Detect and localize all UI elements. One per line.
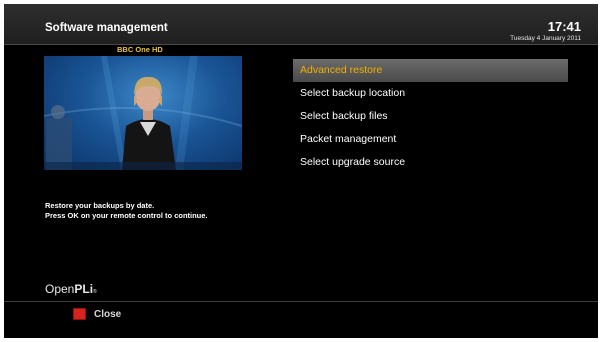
menu-item-select-upgrade-source[interactable]: Select upgrade source bbox=[293, 151, 568, 174]
red-button-icon bbox=[73, 308, 86, 320]
menu-list: Advanced restore Select backup location … bbox=[293, 59, 568, 174]
logo-text-light: Open bbox=[45, 282, 75, 296]
page-title: Software management bbox=[45, 22, 168, 34]
menu-item-select-backup-location[interactable]: Select backup location bbox=[293, 82, 568, 105]
menu-item-packet-management[interactable]: Packet management bbox=[293, 128, 568, 151]
close-label: Close bbox=[94, 308, 122, 320]
description-text: Restore your backups by date. Press OK o… bbox=[45, 201, 208, 221]
logo-text-bold: PLi bbox=[74, 282, 94, 296]
menu-item-advanced-restore[interactable]: Advanced restore bbox=[293, 59, 568, 82]
clock-time: 17:41 bbox=[547, 19, 581, 34]
footer-divider bbox=[4, 301, 598, 302]
close-button[interactable]: Close bbox=[73, 307, 121, 321]
tv-screen: Software management 17:41 Tuesday 4 Janu… bbox=[4, 4, 598, 338]
tv-preview bbox=[44, 56, 242, 170]
logo-registered-mark: ® bbox=[93, 289, 97, 295]
description-line-1: Restore your backups by date. bbox=[45, 201, 155, 210]
channel-name: BBC One HD bbox=[117, 45, 163, 54]
news-presenter-image bbox=[44, 56, 242, 170]
clock-date: Tuesday 4 January 2011 bbox=[510, 35, 581, 42]
openpli-logo: OpenPLi® bbox=[45, 282, 97, 296]
description-line-2: Press OK on your remote control to conti… bbox=[45, 211, 208, 220]
menu-item-select-backup-files[interactable]: Select backup files bbox=[293, 105, 568, 128]
header-bar: Software management 17:41 Tuesday 4 Janu… bbox=[4, 4, 598, 45]
